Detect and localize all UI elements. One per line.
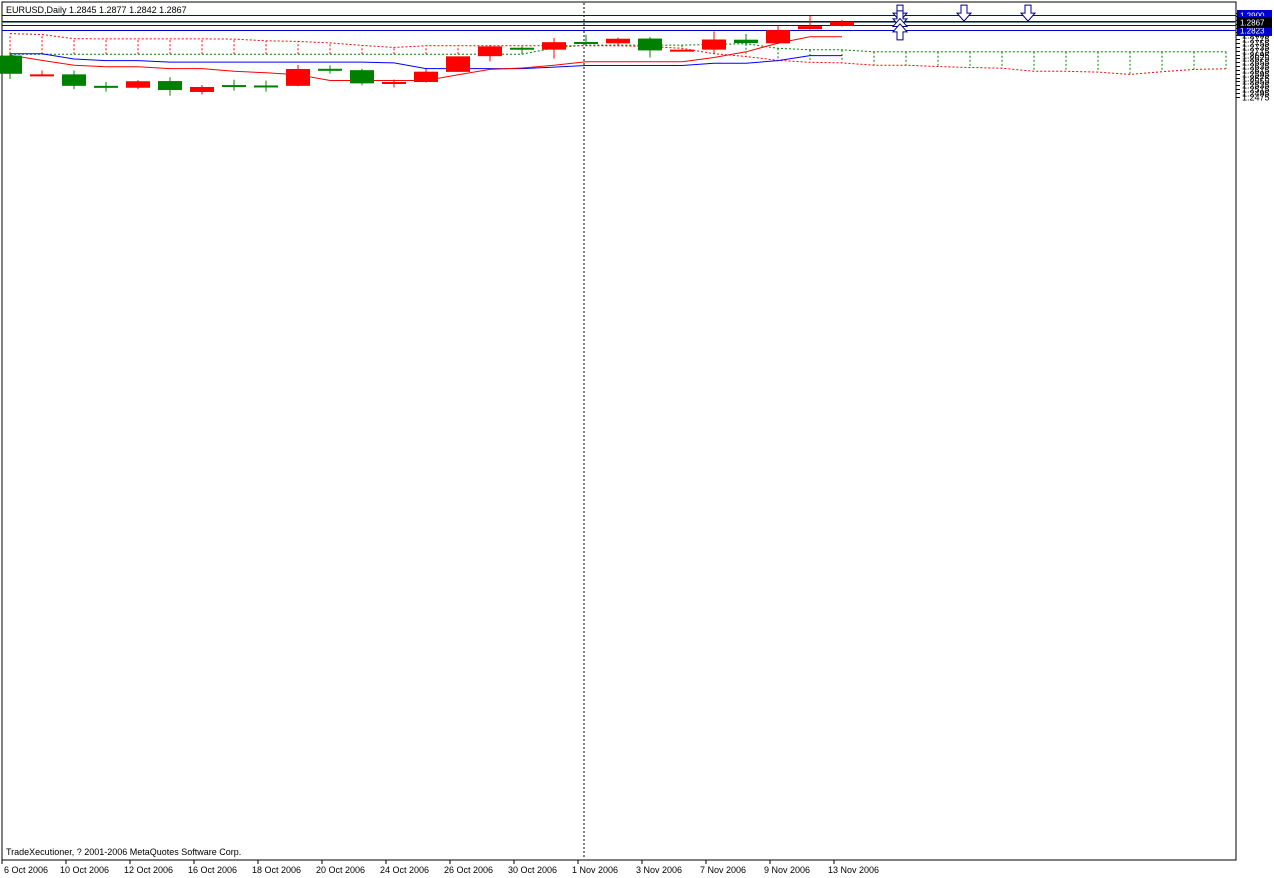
bull-candle-body <box>254 85 278 88</box>
x-tick-label: 3 Nov 2006 <box>636 865 682 875</box>
chart-title: EURUSD,Daily 1.2845 1.2877 1.2842 1.2867 <box>6 5 187 15</box>
plot-area <box>1 1 1237 861</box>
x-tick-label: 24 Oct 2006 <box>380 865 429 875</box>
bear-candle-body <box>286 68 310 86</box>
bear-candle-body <box>30 74 54 77</box>
ichimoku-candlestick-chart: 1.29151.28951.28751.28551.28351.28151.27… <box>0 1 1272 875</box>
time-axis: 6 Oct 2006 10 Oct 2006 12 Oct 2006 16 Oct 2… <box>1 860 879 875</box>
bear-candle-body <box>446 56 470 72</box>
bear-candle-body <box>798 26 822 30</box>
current-price-badge-label: 1.2867 <box>1240 19 1265 28</box>
bear-candle-body <box>126 81 150 88</box>
x-tick-label: 30 Oct 2006 <box>508 865 557 875</box>
x-tick-label: 9 Nov 2006 <box>764 865 810 875</box>
price-axis: 1.29151.28951.28751.28551.28351.28151.27… <box>1236 9 1272 103</box>
x-tick-label: 10 Oct 2006 <box>60 865 109 875</box>
bear-candle-body <box>766 30 790 44</box>
x-tick-label: 12 Oct 2006 <box>124 865 173 875</box>
bear-candle-body <box>606 38 630 44</box>
bear-candle-body <box>190 86 214 92</box>
bull-candle-body <box>734 39 758 44</box>
x-tick-label: 13 Nov 2006 <box>828 865 879 875</box>
bear-candle-body <box>670 49 694 52</box>
x-tick-label: 1 Nov 2006 <box>572 865 618 875</box>
y-tick-label: 1.2475 <box>1242 93 1270 103</box>
bull-candle-body <box>94 85 118 88</box>
bear-candle-body <box>478 46 502 57</box>
bull-candle-body <box>350 70 374 84</box>
x-tick-label: 20 Oct 2006 <box>316 865 365 875</box>
copyright-text: TradeXecutioner, ? 2001-2006 MetaQuotes … <box>6 847 241 857</box>
bull-candle-body <box>574 41 598 44</box>
x-tick-label: 7 Nov 2006 <box>700 865 746 875</box>
x-tick-label: 26 Oct 2006 <box>444 865 493 875</box>
bull-candle-body <box>638 38 662 51</box>
bull-candle-body <box>222 85 246 88</box>
x-tick-label: 6 Oct 2006 <box>4 865 48 875</box>
bull-candle-body <box>0 55 22 74</box>
bull-candle-body <box>158 81 182 91</box>
bear-candle-body <box>830 21 854 26</box>
x-tick-label: 16 Oct 2006 <box>188 865 237 875</box>
bear-candle-body <box>414 71 438 83</box>
bull-candle-body <box>318 68 342 71</box>
bull-candle-body <box>510 47 534 50</box>
bear-candle-body <box>382 82 406 85</box>
x-tick-label: 18 Oct 2006 <box>252 865 301 875</box>
bear-candle-body <box>542 42 566 50</box>
bear-candle-body <box>702 39 726 50</box>
bull-candle-body <box>62 74 86 86</box>
